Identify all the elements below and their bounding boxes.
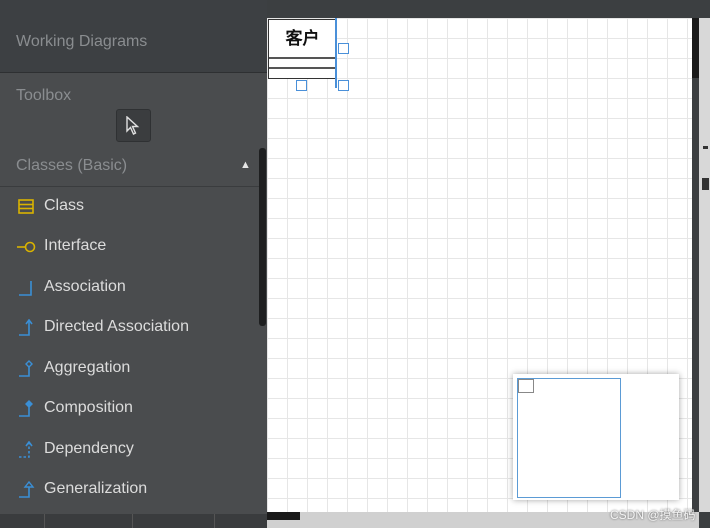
- tool-item-label: Interface: [44, 237, 107, 254]
- canvas-vertical-scrollbar[interactable]: [692, 18, 699, 78]
- tool-item-class[interactable]: Class: [0, 189, 258, 225]
- working-diagrams-header[interactable]: Working Diagrams: [0, 0, 267, 73]
- tool-item-aggregation[interactable]: Aggregation: [0, 351, 258, 387]
- tool-item-label: Association: [44, 278, 126, 295]
- watermark: CSDN @摸鱼码: [610, 508, 696, 522]
- directed-association-icon: [19, 319, 33, 336]
- tool-item-dependency[interactable]: Dependency: [0, 432, 258, 468]
- tool-item-association[interactable]: Association: [0, 270, 258, 306]
- resize-handle-right[interactable]: [338, 43, 349, 54]
- aggregation-icon: [19, 360, 33, 377]
- classes-basic-section-header[interactable]: Classes (Basic) ▲: [0, 146, 262, 187]
- tool-item-label: Directed Association: [44, 318, 189, 335]
- right-side-panel: [699, 18, 710, 512]
- minimap-class-thumbnail: [518, 379, 534, 393]
- resize-handle-bottom[interactable]: [296, 80, 307, 91]
- minimap-viewport[interactable]: [517, 378, 621, 498]
- sidebar-bottom-strip: [0, 514, 267, 528]
- class-element-customer[interactable]: 客户: [268, 19, 337, 79]
- working-diagrams-label: Working Diagrams: [16, 33, 148, 50]
- attributes-divider: [269, 57, 336, 59]
- tool-item-label: Dependency: [44, 440, 134, 457]
- tool-item-generalization[interactable]: Generalization: [0, 472, 258, 508]
- tool-item-directed-association[interactable]: Directed Association: [0, 310, 258, 346]
- tool-item-label: Generalization: [44, 480, 148, 497]
- dependency-icon: [19, 441, 33, 458]
- class-icon: [18, 199, 34, 214]
- tool-item-interface[interactable]: Interface: [0, 229, 258, 265]
- minimap[interactable]: [513, 374, 679, 500]
- tool-item-label: Composition: [44, 399, 133, 416]
- generalization-icon: [19, 481, 35, 498]
- toolbox-label: Toolbox: [16, 87, 72, 104]
- association-icon: [19, 281, 32, 296]
- composition-icon: [19, 400, 33, 417]
- class-name[interactable]: 客户: [269, 24, 336, 49]
- resize-handle-bottom-right[interactable]: [338, 80, 349, 91]
- classes-basic-label: Classes (Basic): [16, 157, 128, 174]
- canvas-horizontal-scroll-thumb[interactable]: [267, 512, 300, 520]
- operations-divider: [269, 67, 336, 69]
- pointer-arrow-icon: [126, 116, 140, 135]
- tool-item-composition[interactable]: Composition: [0, 391, 258, 427]
- pointer-tool-button[interactable]: [116, 109, 151, 142]
- sidebar: Working Diagrams Toolbox Classes (Basic)…: [0, 0, 267, 528]
- interface-icon: [17, 241, 36, 253]
- sidebar-scrollbar[interactable]: [259, 148, 266, 326]
- selection-edge: [335, 18, 337, 88]
- tool-item-label: Class: [44, 197, 85, 214]
- collapse-triangle-icon[interactable]: ▲: [240, 159, 251, 171]
- tool-item-label: Aggregation: [44, 359, 131, 376]
